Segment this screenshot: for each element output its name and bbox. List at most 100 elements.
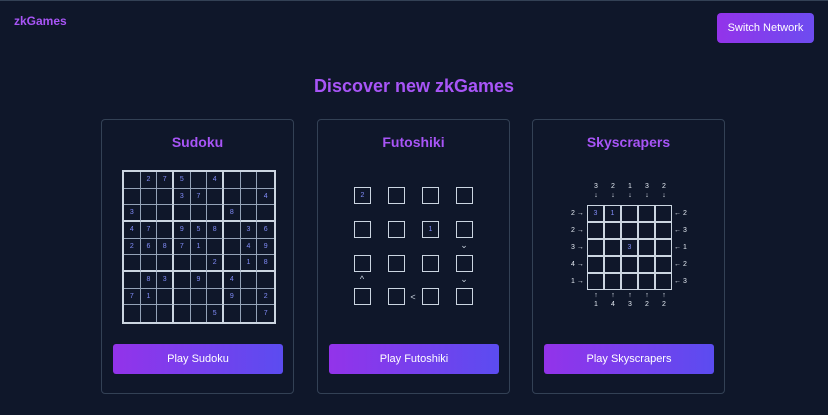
skyscrapers-left-clue: 2 → [571,210,584,217]
arrow-down-icon: ↓ [662,192,666,199]
skyscrapers-cell [638,222,655,239]
futoshiki-inequality: ^ [359,274,365,284]
skyscrapers-left-clue: 1 → [571,278,584,285]
arrow-up-icon: ↑ [662,292,666,299]
sudoku-cell [157,205,174,222]
skyscrapers-cell [604,239,621,256]
futoshiki-cell [388,288,405,305]
sudoku-cell [173,271,191,289]
sudoku-cell [173,205,191,222]
skyscrapers-card: Skyscrapers 3 1 3 3 ↓ 2 ↓ 1 ↓ 3 ↓ 2 ↓ ↑ 1 ↑ 4 ↑ 3 ↑ 2 ↑ 2 2 → 2 … [532,119,725,394]
futoshiki-cell [456,255,473,272]
skyscrapers-cell [621,205,638,222]
sudoku-cell [207,188,224,206]
sudoku-cell [240,205,258,222]
arrow-left-icon: ← [674,278,683,285]
skyscrapers-top-clue: 2 ↓ [611,183,615,199]
sudoku-cell [173,255,191,272]
play-sudoku-button[interactable]: Play Sudoku [113,344,283,374]
sudoku-title: Sudoku [171,134,224,150]
sudoku-cell: 7 [190,188,208,206]
skyscrapers-top-clue: 1 ↓ [628,183,632,199]
sudoku-cell: 5 [190,221,208,239]
sudoku-cell [207,238,224,256]
play-futoshiki-button[interactable]: Play Futoshiki [329,344,499,374]
futoshiki-cell [422,288,439,305]
skyscrapers-cell [587,239,604,256]
sudoku-cell: 9 [173,221,191,239]
skyscrapers-cell [604,273,621,290]
skyscrapers-cell [638,256,655,273]
sudoku-cell: 2 [124,238,141,256]
skyscrapers-left-clue: 4 → [571,261,584,268]
skyscrapers-right-clue: ← 2 [674,210,687,217]
sudoku-cell [207,271,224,289]
sudoku-cell: 9 [257,239,274,256]
sudoku-cell: 8 [223,205,241,222]
sudoku-cell: 3 [124,205,141,222]
skyscrapers-top-clue: 3 ↓ [645,183,649,199]
skyscrapers-cell [638,239,655,256]
sudoku-cell [124,305,141,322]
futoshiki-inequality: ⌄ [460,240,468,250]
arrow-down-icon: ↓ [611,192,615,199]
sudoku-cell: 7 [263,310,268,318]
sudoku-cell: 4 [207,172,224,189]
skyscrapers-bottom-clue: ↑ 3 [628,292,632,308]
sudoku-cell: 2 [257,289,274,306]
futoshiki-card: Futoshiki 2 1 ⌄ ^ ⌄ < Play Futoshiki [317,119,510,394]
sudoku-cell [223,172,241,189]
skyscrapers-cell: 1 [604,205,621,222]
sudoku-cell [141,305,158,322]
sudoku-cell: 1 [140,288,158,306]
sudoku-cell [190,205,208,222]
skyscrapers-bottom-clue: ↑ 2 [645,292,649,308]
sudoku-cell [257,172,274,189]
sudoku-preview-grid: 275437438479583626871492188394719257 [122,170,276,324]
skyscrapers-right-clue: ← 3 [674,227,687,234]
play-skyscrapers-button[interactable]: Play Skyscrapers [544,344,714,374]
sudoku-cell [240,288,258,306]
sudoku-cell [224,305,241,322]
skyscrapers-bottom-clue: ↑ 4 [611,292,615,308]
sudoku-cell [124,172,141,189]
sudoku-cell [223,188,241,206]
futoshiki-cell: 1 [422,221,439,238]
skyscrapers-bottom-clue: ↑ 1 [594,292,598,308]
sudoku-cell [157,288,174,306]
arrow-left-icon: ← [674,210,683,217]
futoshiki-cell [422,187,439,204]
skyscrapers-cell [621,222,638,239]
sudoku-cell: 8 [257,255,274,272]
arrow-up-icon: ↑ [628,292,632,299]
brand-logo[interactable]: zkGames [14,14,67,28]
sudoku-cell [190,288,208,306]
sudoku-cell: 4 [240,238,258,256]
arrow-right-icon: → [574,244,584,251]
arrow-left-icon: ← [674,244,683,251]
skyscrapers-right-clue: ← 1 [674,244,687,251]
sudoku-cell [173,288,191,306]
sudoku-cell: 6 [257,222,274,239]
sudoku-cell: 1 [190,238,208,256]
arrow-left-icon: ← [674,261,683,268]
sudoku-cell: 4 [124,221,141,239]
sudoku-cell [124,271,141,289]
switch-network-button[interactable]: Switch Network [717,13,814,43]
arrow-up-icon: ↑ [645,292,649,299]
skyscrapers-right-clue: ← 3 [674,278,687,285]
sudoku-cell: 6 [140,238,158,256]
skyscrapers-cell [587,256,604,273]
sudoku-cell: 7 [157,172,174,189]
sudoku-cell [157,255,174,272]
skyscrapers-cell [638,273,655,290]
sudoku-cell [240,188,258,206]
futoshiki-cell [354,288,371,305]
skyscrapers-cell [655,205,672,222]
arrow-right-icon: → [574,278,584,285]
sudoku-cell: 1 [240,255,258,272]
futoshiki-inequality: ⌄ [460,274,468,284]
sudoku-cell: 2 [207,255,224,272]
sudoku-cell [207,205,224,222]
skyscrapers-cell [638,205,655,222]
